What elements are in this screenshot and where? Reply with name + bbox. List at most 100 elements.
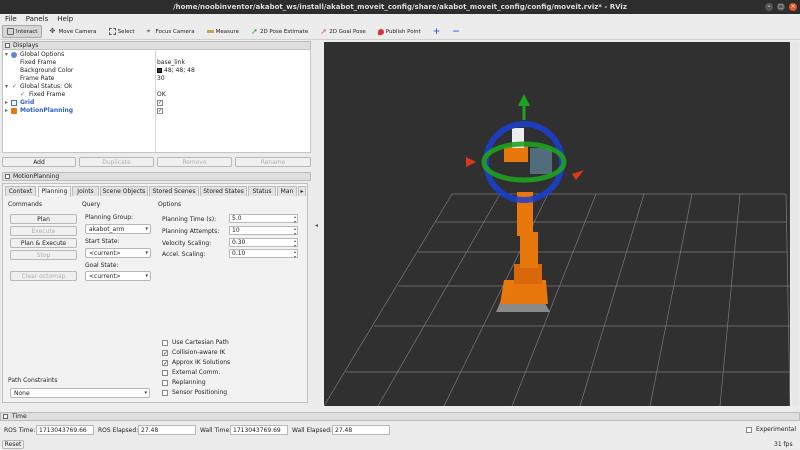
tree-row-global-status[interactable]: ▾ ✓ Global Status: Ok <box>3 83 310 91</box>
spin-arrows-icon[interactable]: ▴ ▾ <box>294 249 296 259</box>
tree-row-global-options[interactable]: ▾ Global Options <box>3 51 310 59</box>
move-camera-button[interactable]: ✥ Move Camera <box>44 25 101 38</box>
scene-render[interactable] <box>324 42 790 406</box>
3d-viewport[interactable] <box>324 42 790 406</box>
globe-icon <box>11 52 17 58</box>
planning-time-spinbox[interactable]: 5.0 ▴ ▾ <box>229 214 298 224</box>
tab-status[interactable]: Status <box>248 186 276 196</box>
tab-joints[interactable]: Joints <box>72 186 99 196</box>
tab-planning[interactable]: Planning <box>38 186 71 197</box>
color-swatch[interactable] <box>157 68 162 73</box>
select-button[interactable]: Select <box>104 25 140 38</box>
sensor-positioning-checkbox[interactable]: Sensor Positioning <box>162 389 227 397</box>
add-tool-button[interactable]: + <box>428 25 446 38</box>
planning-group-select[interactable]: akabot_arm ▾ <box>85 224 151 234</box>
motion-planning-checkbox[interactable]: ✓ <box>157 108 163 114</box>
use-cartesian-checkbox[interactable]: Use Cartesian Path <box>162 339 229 347</box>
window-title: /home/noobinventor/akabot_ws/install/aka… <box>173 3 627 11</box>
accel-scaling-spinbox[interactable]: 0.10 ▴ ▾ <box>229 249 298 259</box>
checkbox-box[interactable] <box>162 340 168 346</box>
checkbox-box[interactable] <box>162 380 168 386</box>
tree-row-grid[interactable]: ▸ Grid ✓ <box>3 99 310 107</box>
checkbox-box[interactable] <box>162 390 168 396</box>
tree-row-frame-rate[interactable]: Frame Rate 30 <box>3 75 310 83</box>
checkbox-box[interactable] <box>746 427 752 433</box>
expand-arrow-icon[interactable]: ▾ <box>5 51 8 59</box>
ros-time-label: ROS Time: <box>4 427 36 434</box>
path-constraints-select[interactable]: None ▾ <box>10 388 150 398</box>
red-arrow-left[interactable] <box>466 157 476 167</box>
menu-panels[interactable]: Panels <box>26 15 49 23</box>
interact-button[interactable]: Interact <box>2 25 43 38</box>
tab-manipulation[interactable]: Man <box>277 186 297 196</box>
publish-point-button[interactable]: Publish Point <box>373 25 426 38</box>
collision-aware-checkbox[interactable]: ✓ Collision-aware IK <box>162 349 225 357</box>
wall-time-field[interactable]: 1713043769.69 <box>230 425 288 435</box>
pose-estimate-button[interactable]: ➚ 2D Pose Estimate <box>246 25 313 38</box>
fps-counter: 31 fps <box>774 441 793 448</box>
robot-arm[interactable] <box>496 128 552 312</box>
menu-help[interactable]: Help <box>57 15 73 23</box>
commands-label: Commands <box>8 201 42 208</box>
checkbox-box[interactable]: ✓ <box>162 350 168 357</box>
frame-rate-value[interactable]: 30 <box>157 75 165 83</box>
fixed-frame-value[interactable]: base_link <box>157 59 185 67</box>
green-arrow-head[interactable] <box>518 94 530 106</box>
execute-button[interactable]: Execute <box>10 226 77 236</box>
add-button[interactable]: Add <box>2 157 76 167</box>
tab-context[interactable]: Context <box>5 186 36 196</box>
planning-attempts-value: 10 <box>232 227 240 234</box>
expand-arrow-icon[interactable]: ▸ <box>5 107 8 115</box>
wall-elapsed-field[interactable]: 27.48 <box>332 425 390 435</box>
rename-button[interactable]: Rename <box>235 157 311 167</box>
splitter-left-arrow-icon[interactable]: ◂ <box>315 222 318 229</box>
focus-camera-button[interactable]: ⌖ Focus Camera <box>142 25 200 38</box>
plan-button[interactable]: Plan <box>10 214 77 224</box>
stop-button[interactable]: Stop <box>10 250 77 260</box>
start-state-select[interactable]: <current> ▾ <box>85 248 151 258</box>
background-color-value[interactable]: 48; 48; 48 <box>164 67 195 75</box>
ros-elapsed-field[interactable]: 27.48 <box>138 425 196 435</box>
grid-checkbox[interactable]: ✓ <box>157 100 163 106</box>
spin-arrows-icon[interactable]: ▴ ▾ <box>294 238 296 248</box>
collision-aware-label: Collision-aware IK <box>172 349 226 356</box>
replanning-checkbox[interactable]: Replanning <box>162 379 206 387</box>
tree-row-status-fixed-frame[interactable]: ✓ Fixed Frame OK <box>3 91 310 99</box>
tab-scene-objects[interactable]: Scene Objects <box>100 186 148 196</box>
expand-arrow-icon[interactable]: ▾ <box>5 83 8 91</box>
remove-button[interactable]: Remove <box>157 157 232 167</box>
spin-arrows-icon[interactable]: ▴ ▾ <box>294 226 296 236</box>
velocity-scaling-spinbox[interactable]: 0.30 ▴ ▾ <box>229 238 298 248</box>
goal-pose-button[interactable]: ➚ 2D Goal Pose <box>315 25 371 38</box>
tree-row-fixed-frame[interactable]: Fixed Frame base_link <box>3 59 310 67</box>
red-arrow-right[interactable] <box>572 170 584 180</box>
displays-tree[interactable]: ▾ Global Options Fixed Frame base_link B… <box>2 49 311 153</box>
external-comm-checkbox[interactable]: External Comm. <box>162 369 220 377</box>
menu-file[interactable]: File <box>5 15 17 23</box>
experimental-checkbox[interactable]: Experimental <box>746 426 796 434</box>
measure-button[interactable]: Measure <box>202 25 244 38</box>
checkbox-box[interactable] <box>162 370 168 376</box>
checkbox-box[interactable]: ✓ <box>162 360 168 367</box>
expand-arrow-icon[interactable]: ▸ <box>5 99 8 107</box>
maximize-icon[interactable]: □ <box>777 3 785 11</box>
ros-time-field[interactable]: 1713043769.66 <box>36 425 94 435</box>
right-dock-handle[interactable] <box>791 42 799 406</box>
approx-ik-checkbox[interactable]: ✓ Approx IK Solutions <box>162 359 230 367</box>
tab-stored-states[interactable]: Stored States <box>200 186 247 196</box>
goal-state-select[interactable]: <current> ▾ <box>85 271 151 281</box>
tab-stored-scenes[interactable]: Stored Scenes <box>149 186 199 196</box>
clear-octomap-button[interactable]: Clear octomap <box>10 271 77 281</box>
tree-row-background-color[interactable]: Background Color 48; 48; 48 <box>3 67 310 75</box>
plan-and-execute-button[interactable]: Plan & Execute <box>10 238 77 248</box>
minimize-icon[interactable]: – <box>765 3 773 11</box>
remove-tool-button[interactable]: − <box>447 25 465 38</box>
spin-arrows-icon[interactable]: ▴ ▾ <box>294 214 296 224</box>
interact-icon <box>7 28 14 35</box>
close-icon[interactable]: × <box>789 3 797 11</box>
duplicate-button[interactable]: Duplicate <box>79 157 154 167</box>
tab-scroll-right-icon[interactable]: ▸ <box>298 186 306 196</box>
planning-attempts-spinbox[interactable]: 10 ▴ ▾ <box>229 226 298 236</box>
reset-button[interactable]: Reset <box>2 440 24 449</box>
tree-row-motion-planning[interactable]: ▸ MotionPlanning ✓ <box>3 107 310 115</box>
